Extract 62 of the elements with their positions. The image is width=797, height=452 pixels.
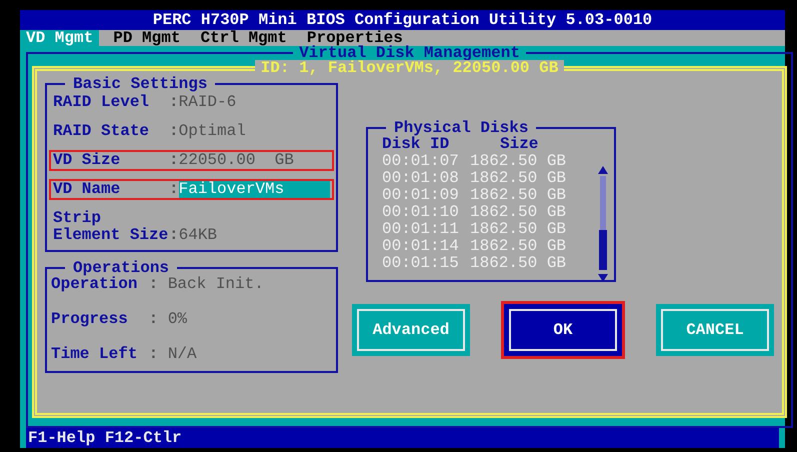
setting-value: 22050.00 GB (178, 152, 294, 169)
dialog-button[interactable]: Advanced (352, 304, 470, 356)
menu-tab[interactable]: Ctrl Mgmt (194, 30, 293, 46)
disk-id: 00:01:08 (382, 170, 460, 187)
setting-value: Optimal (178, 123, 246, 140)
separator: : (148, 311, 160, 328)
separator: : (169, 227, 179, 244)
dialog-button[interactable]: CANCEL (656, 304, 774, 356)
disk-size: 1862.50 GB (470, 255, 566, 272)
separator: : (169, 94, 179, 111)
menu-tab[interactable]: PD Mgmt (107, 30, 186, 46)
menu-tab[interactable]: VD Mgmt (20, 30, 100, 46)
volume-summary: ID: 1, FailoverVMs, 22050.00 GB (254, 60, 564, 76)
disk-id: 00:01:09 (382, 187, 460, 204)
operation-value: N/A (168, 346, 197, 363)
disk-id: 00:01:07 (382, 153, 460, 170)
menu-tab[interactable]: Properties (300, 30, 409, 46)
status-bar: F1-Help F12-Ctlr (26, 428, 779, 448)
disk-size: 1862.50 GB (470, 221, 566, 238)
operation-label: Time Left (51, 346, 138, 363)
disk-id: 00:01:10 (382, 204, 460, 221)
disk-row[interactable]: 00:01:08 1862.50 GB (382, 170, 598, 187)
disk-id: 00:01:11 (382, 221, 460, 238)
disk-id: 00:01:15 (382, 255, 460, 272)
column-header: Disk ID (382, 136, 450, 153)
disk-id: 00:01:14 (382, 238, 460, 255)
setting-label: Strip Element Size (53, 210, 169, 244)
scrollbar[interactable] (598, 166, 608, 282)
separator: : (148, 346, 160, 363)
disk-row[interactable]: 00:01:14 1862.50 GB (382, 238, 598, 255)
separator: : (148, 276, 158, 293)
operation-label: Operation (51, 276, 138, 293)
setting-label: VD Size (53, 152, 122, 169)
setting-value: 64KB (178, 227, 218, 244)
group-title: Operations (73, 260, 170, 276)
disk-row[interactable]: 00:01:07 1862.50 GB (382, 153, 598, 170)
dialog-title: Virtual Disk Management (298, 46, 520, 60)
separator: : (169, 123, 179, 140)
separator: : (169, 152, 179, 169)
operation-value: Back Init. (168, 276, 264, 293)
operation-value: 0% (168, 311, 188, 328)
disk-size: 1862.50 GB (470, 238, 566, 255)
setting-label: RAID Level (53, 94, 150, 111)
disk-size: 1862.50 GB (470, 170, 566, 187)
column-header: Size (500, 136, 538, 153)
disk-size: 1862.50 GB (470, 153, 566, 170)
disk-row[interactable]: 00:01:10 1862.50 GB (382, 204, 598, 221)
group-title: Physical Disks (394, 120, 528, 136)
dialog-button[interactable]: OK (504, 304, 622, 356)
disk-row[interactable]: 00:01:11 1862.50 GB (382, 221, 598, 238)
title-bar: PERC H730P Mini BIOS Configuration Utility 5.03-0010 (20, 10, 785, 30)
disk-row[interactable]: 00:01:15 1862.50 GB (382, 255, 598, 272)
setting-label: VD Name (53, 181, 122, 198)
disk-size: 1862.50 GB (470, 204, 566, 221)
name-field[interactable]: FailoverVMs (178, 181, 330, 198)
setting-label: RAID State (53, 123, 150, 140)
separator: : (169, 181, 179, 198)
operation-label: Progress (51, 311, 129, 328)
setting-value: RAID-6 (178, 94, 236, 111)
disk-size: 1862.50 GB (470, 187, 566, 204)
disk-row[interactable]: 00:01:09 1862.50 GB (382, 187, 598, 204)
group-title: Basic Settings (72, 76, 208, 92)
